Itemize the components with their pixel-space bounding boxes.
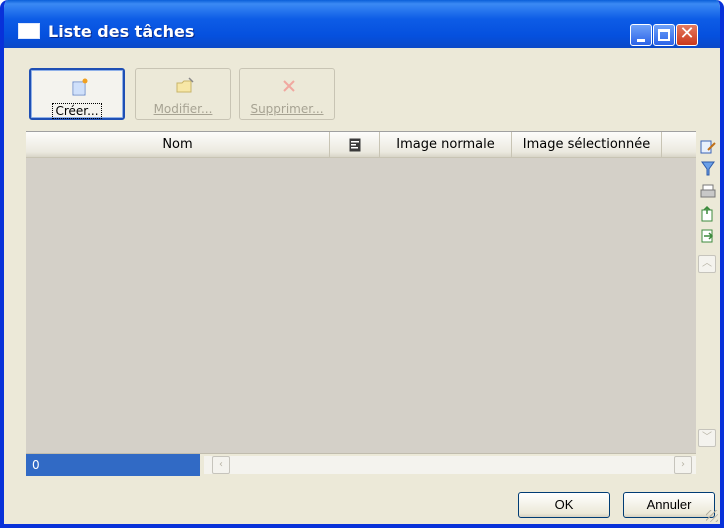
edit-icon[interactable] [699,138,717,156]
task-grid[interactable]: Nom Image normale Image sélectionnée [26,131,696,453]
ok-button[interactable]: OK [518,492,610,518]
minimize-button[interactable] [630,24,652,46]
scroll-left-button[interactable]: ‹ [212,456,230,474]
column-header-selected-image[interactable]: Image sélectionnée [512,132,662,158]
window-title: Liste des tâches [48,22,195,41]
close-button[interactable]: ✕ [676,23,698,46]
side-toolbar: ︿ ﹀ [696,133,720,453]
record-count: 0 [26,454,200,476]
title-bar[interactable]: Liste des tâches ✕ [4,0,720,48]
delete-x-icon [283,80,295,92]
window-icon [18,23,40,39]
delete-button[interactable]: Supprimer... [239,68,335,120]
properties-icon [349,138,360,152]
maximize-button[interactable] [653,24,675,46]
folder-edit-icon [176,77,194,93]
new-item-icon [72,78,88,96]
horizontal-scrollbar[interactable]: ‹ › [204,456,696,474]
export-icon[interactable] [699,205,717,223]
modify-button[interactable]: Modifier... [135,68,231,120]
close-icon: ✕ [679,23,695,44]
delete-label: Supprimer... [250,102,324,116]
scroll-down-button[interactable]: ﹀ [698,429,716,447]
print-icon[interactable] [699,183,717,201]
create-label: Créer... [52,103,102,119]
task-list-dialog: Liste des tâches ✕ Créer... Modifier... … [0,0,724,528]
filter-icon[interactable] [699,160,717,178]
column-header-normal-image[interactable]: Image normale [380,132,512,158]
grid-header: Nom Image normale Image sélectionnée [26,132,696,158]
column-header-name[interactable]: Nom [26,132,330,158]
create-button[interactable]: Créer... [29,68,125,120]
status-bar: 0 ‹ › [26,453,696,476]
cancel-button[interactable]: Annuler [623,492,715,518]
scroll-right-button[interactable]: › [674,456,692,474]
transfer-icon[interactable] [699,228,717,246]
modify-label: Modifier... [153,102,213,116]
scroll-up-button[interactable]: ︿ [698,255,716,273]
resize-grip[interactable] [706,510,718,522]
column-header-icon[interactable] [330,132,380,158]
